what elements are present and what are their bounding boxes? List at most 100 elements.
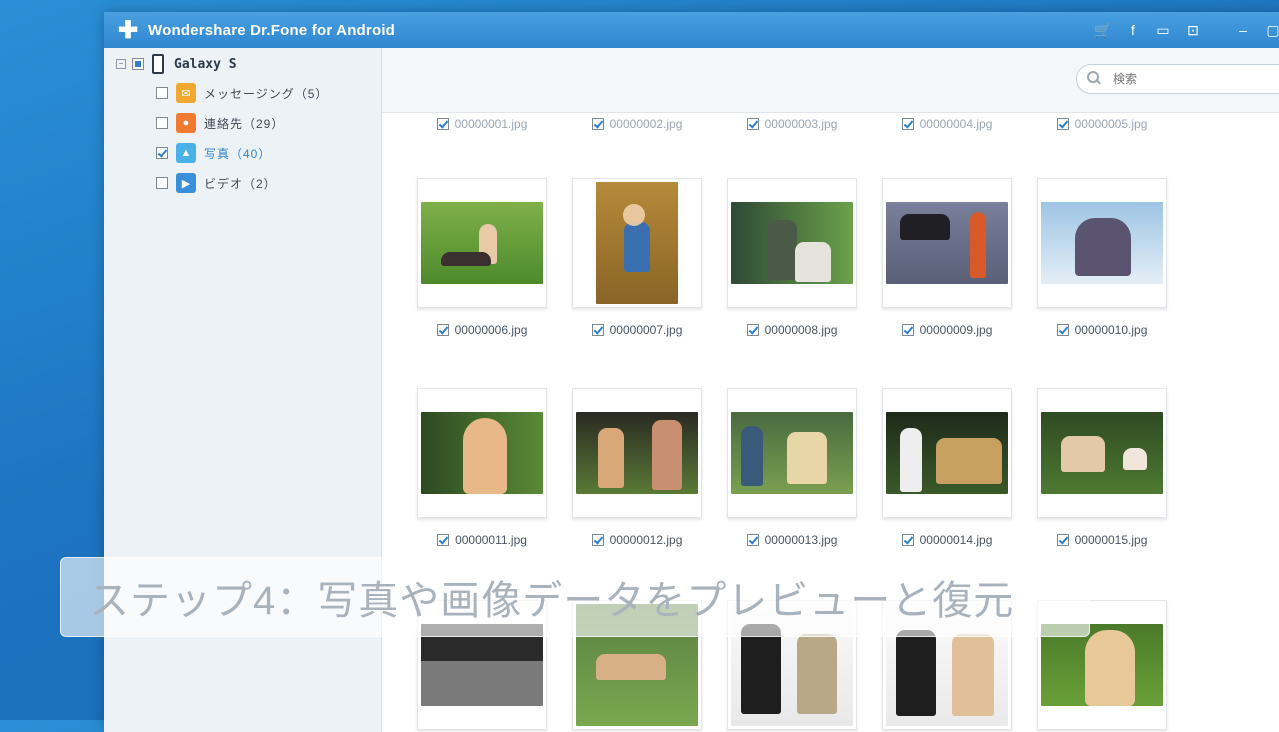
photo-filename: 00000015.jpg [1074, 533, 1148, 547]
photo-item[interactable]: 00000009.jpg [882, 178, 1012, 342]
phone-icon [152, 54, 164, 74]
photo-checkbox[interactable] [436, 324, 449, 336]
photo-image [1041, 412, 1163, 494]
plus-logo-icon: ✚ [117, 16, 139, 44]
photo-item[interactable]: 00000001.jpg [417, 112, 547, 136]
photo-thumbnail[interactable] [572, 388, 702, 518]
toolbar [382, 48, 1279, 113]
photo-filename: 00000007.jpg [609, 323, 683, 337]
photo-thumbnail[interactable] [417, 178, 547, 308]
photo-thumbnail[interactable] [727, 178, 857, 308]
videos-checkbox[interactable] [156, 177, 168, 189]
photo-item[interactable]: 00000006.jpg [417, 178, 547, 342]
device-node[interactable]: − Galaxy S [116, 54, 237, 74]
photo-checkbox[interactable] [437, 534, 450, 546]
search-box[interactable] [1076, 64, 1279, 94]
photo-item[interactable]: 00000008.jpg [727, 178, 857, 342]
photo-item[interactable]: 00000004.jpg [882, 112, 1012, 136]
titlebar-icons: 🛒 f ▭ ⊡ – ▢ [1084, 12, 1279, 48]
caption-text: ステップ4：写真や画像データをプレビューと復元 [89, 579, 1015, 623]
photo-filename: 00000011.jpg [455, 533, 527, 547]
photo-thumbnail[interactable] [727, 388, 857, 518]
photo-thumbnail[interactable] [1037, 178, 1167, 308]
photo-thumbnail[interactable] [882, 388, 1012, 518]
photo-checkbox[interactable] [591, 534, 604, 546]
photo-item[interactable]: 00000007.jpg [572, 178, 702, 342]
photo-checkbox[interactable] [746, 324, 759, 336]
photo-filename: 00000006.jpg [454, 323, 528, 337]
photo-filename: 00000004.jpg [919, 117, 993, 131]
minimize-icon[interactable]: – [1232, 19, 1254, 41]
photo-filename: 00000008.jpg [764, 323, 838, 337]
photo-item[interactable]: 00000013.jpg [727, 388, 857, 552]
photo-image [731, 412, 853, 494]
photo-image [1041, 202, 1163, 284]
sidebar-item-videos[interactable]: ▶ ビデオ（2） [156, 172, 277, 194]
photo-image [421, 412, 543, 494]
photo-image [576, 412, 698, 494]
sidebar-item-messages[interactable]: ✉ メッセージング（5） [156, 82, 328, 104]
photo-item[interactable]: 00000002.jpg [572, 112, 702, 136]
search-icon [1087, 71, 1103, 87]
contact-icon: ● [176, 113, 196, 133]
feedback-icon[interactable]: ⊡ [1182, 19, 1204, 41]
sidebar-item-label: 写真（40） [204, 146, 272, 161]
cart-icon[interactable]: 🛒 [1092, 19, 1114, 41]
photo-item[interactable]: 00000011.jpg [417, 388, 547, 552]
photo-image [596, 182, 678, 304]
photo-checkbox[interactable] [591, 118, 604, 130]
photo-checkbox[interactable] [901, 534, 914, 546]
maximize-icon[interactable]: ▢ [1262, 19, 1279, 41]
photo-icon: ▲ [176, 143, 196, 163]
photo-checkbox[interactable] [901, 118, 914, 130]
message-icon: ✉ [176, 83, 196, 103]
photo-checkbox[interactable] [1056, 118, 1069, 130]
photo-filename: 00000002.jpg [609, 117, 683, 131]
photo-item[interactable]: 00000010.jpg [1037, 178, 1167, 342]
device-checkbox[interactable] [132, 58, 144, 70]
photo-checkbox[interactable] [901, 324, 914, 336]
video-icon: ▶ [176, 173, 196, 193]
device-name: Galaxy S [174, 56, 237, 72]
photo-checkbox[interactable] [746, 534, 759, 546]
photo-checkbox[interactable] [1056, 324, 1069, 336]
photo-checkbox[interactable] [591, 324, 604, 336]
photo-filename: 00000010.jpg [1074, 323, 1148, 337]
sidebar-item-photos[interactable]: ▲ 写真（40） [156, 142, 271, 164]
app-title: Wondershare Dr.Fone for Android [148, 21, 396, 39]
caption-banner: ステップ4：写真や画像データをプレビューと復元 [60, 557, 1090, 637]
photo-item[interactable]: 00000014.jpg [882, 388, 1012, 552]
chat-icon[interactable]: ▭ [1152, 19, 1174, 41]
photos-checkbox[interactable] [156, 147, 168, 159]
photo-item[interactable]: 00000015.jpg [1037, 388, 1167, 552]
photo-thumbnail[interactable] [417, 388, 547, 518]
collapse-icon[interactable]: − [116, 59, 126, 69]
photo-thumbnail[interactable] [1037, 388, 1167, 518]
photo-thumbnail[interactable] [572, 178, 702, 308]
photo-filename: 00000005.jpg [1074, 117, 1148, 131]
photo-thumbnail[interactable] [882, 178, 1012, 308]
sidebar-item-label: 連絡先（29） [204, 116, 285, 131]
photo-filename: 00000009.jpg [919, 323, 993, 337]
search-input[interactable] [1111, 71, 1275, 87]
facebook-icon[interactable]: f [1122, 19, 1144, 41]
photo-filename: 00000012.jpg [609, 533, 683, 547]
titlebar: ✚ Wondershare Dr.Fone for Android 🛒 f ▭ … [104, 12, 1279, 48]
photo-item[interactable]: 00000005.jpg [1037, 112, 1167, 136]
photo-filename: 00000013.jpg [764, 533, 838, 547]
photo-item[interactable]: 00000003.jpg [727, 112, 857, 136]
contacts-checkbox[interactable] [156, 117, 168, 129]
photo-checkbox[interactable] [1056, 534, 1069, 546]
photo-grid: 00000001.jpg 00000002.jpg 00000003.jpg 0… [382, 112, 1279, 732]
photo-image [886, 202, 1008, 284]
messages-checkbox[interactable] [156, 87, 168, 99]
sidebar-item-label: メッセージング（5） [204, 86, 329, 101]
sidebar-item-contacts[interactable]: ● 連絡先（29） [156, 112, 284, 134]
photo-item[interactable]: 00000012.jpg [572, 388, 702, 552]
photo-filename: 00000014.jpg [919, 533, 993, 547]
photo-checkbox[interactable] [436, 118, 449, 130]
photo-filename: 00000003.jpg [764, 117, 838, 131]
sidebar-item-label: ビデオ（2） [204, 176, 277, 191]
caption-tail [1005, 533, 1045, 557]
photo-checkbox[interactable] [746, 118, 759, 130]
